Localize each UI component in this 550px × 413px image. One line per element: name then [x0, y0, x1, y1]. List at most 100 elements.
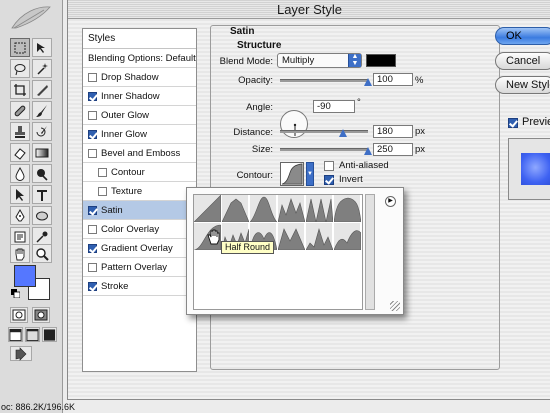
contour-preset-icon[interactable]	[222, 195, 249, 222]
pen-tool-icon[interactable]	[10, 206, 30, 225]
screen-mode-full-icon[interactable]	[42, 327, 57, 342]
type-tool-icon[interactable]	[32, 185, 52, 204]
crop-tool-icon[interactable]	[10, 80, 30, 99]
distance-slider-track[interactable]	[280, 130, 368, 133]
style-item-label: Blending Options: Default	[88, 53, 196, 64]
angle-input[interactable]: -90	[313, 100, 355, 113]
contour-tooltip: Half Round	[221, 241, 275, 254]
contour-preset-icon[interactable]	[334, 195, 361, 222]
style-item-satin[interactable]: Satin	[83, 201, 196, 220]
brush-tool-icon[interactable]	[32, 101, 52, 120]
style-item-pattern-overlay[interactable]: Pattern Overlay	[83, 258, 196, 277]
style-item-checkbox[interactable]	[98, 187, 107, 196]
path-selection-tool-icon[interactable]	[10, 185, 30, 204]
style-item-inner-glow[interactable]: Inner Glow	[83, 125, 196, 144]
cancel-button[interactable]: Cancel	[495, 52, 550, 70]
style-item-checkbox[interactable]	[88, 282, 97, 291]
style-item-drop-shadow[interactable]: Drop Shadow	[83, 68, 196, 87]
tools-palette: oc: 886.2K/196.6K	[0, 0, 75, 413]
style-item-outer-glow[interactable]: Outer Glow	[83, 106, 196, 125]
contour-preset-icon[interactable]	[250, 195, 277, 222]
quick-mask-mode-icon[interactable]	[32, 307, 50, 323]
angle-dial[interactable]	[280, 110, 308, 138]
history-brush-tool-icon[interactable]	[32, 122, 52, 141]
feather-logo-icon	[11, 6, 51, 29]
styles-header[interactable]: Styles	[83, 29, 196, 49]
screen-mode-menubar-icon[interactable]	[25, 327, 40, 342]
dialog-titlebar[interactable]: Layer Style	[68, 0, 550, 19]
zoom-tool-icon[interactable]	[32, 244, 52, 263]
style-item-checkbox[interactable]	[88, 244, 97, 253]
standard-mode-icon[interactable]	[10, 307, 28, 323]
shape-tool-icon[interactable]	[32, 206, 52, 225]
healing-brush-tool-icon[interactable]	[10, 101, 30, 120]
anti-aliased-checkbox[interactable]	[324, 161, 334, 171]
style-item-contour[interactable]: Contour	[83, 163, 196, 182]
contour-dropdown-arrow-icon[interactable]: ▼	[306, 162, 314, 186]
style-item-checkbox[interactable]	[88, 225, 97, 234]
dodge-tool-icon[interactable]	[32, 164, 52, 183]
style-item-checkbox[interactable]	[88, 206, 97, 215]
new-style-button[interactable]: New Style...	[495, 76, 550, 94]
opacity-slider-thumb[interactable]	[364, 78, 372, 86]
gradient-tool-icon[interactable]	[32, 143, 52, 162]
contour-preset-icon[interactable]	[306, 195, 333, 222]
style-item-gradient-overlay[interactable]: Gradient Overlay	[83, 239, 196, 258]
distance-slider-thumb[interactable]	[339, 129, 347, 137]
style-item-texture[interactable]: Texture	[83, 182, 196, 201]
contour-presets-grid	[193, 194, 363, 310]
lasso-tool-icon[interactable]	[10, 59, 30, 78]
style-item-checkbox[interactable]	[88, 149, 97, 158]
size-slider-track[interactable]	[280, 148, 368, 151]
default-colors-icon[interactable]	[11, 289, 20, 298]
invert-checkbox[interactable]	[324, 175, 334, 185]
style-item-checkbox[interactable]	[98, 168, 107, 177]
style-item-checkbox[interactable]	[88, 111, 97, 120]
move-tool-icon[interactable]	[32, 38, 52, 57]
clone-stamp-tool-icon[interactable]	[10, 122, 30, 141]
size-slider-thumb[interactable]	[364, 147, 372, 155]
style-item-inner-shadow[interactable]: Inner Shadow	[83, 87, 196, 106]
style-item-stroke[interactable]: Stroke	[83, 277, 196, 296]
contour-preset-icon[interactable]	[194, 195, 221, 222]
foreground-color-swatch[interactable]	[14, 265, 36, 287]
style-item-checkbox[interactable]	[88, 130, 97, 139]
opacity-input[interactable]: 100	[373, 73, 413, 86]
hand-tool-icon[interactable]	[10, 244, 30, 263]
style-item-bevel-and-emboss[interactable]: Bevel and Emboss	[83, 144, 196, 163]
resize-grip-icon[interactable]	[390, 301, 400, 311]
size-input[interactable]: 250	[373, 143, 413, 156]
slice-tool-icon[interactable]	[32, 80, 52, 99]
contour-preset-icon[interactable]	[278, 195, 305, 222]
magic-wand-tool-icon[interactable]	[32, 59, 52, 78]
eraser-tool-icon[interactable]	[10, 143, 30, 162]
dialog-title: Layer Style	[276, 2, 343, 17]
preview-checkbox[interactable]	[508, 118, 518, 128]
screen-mode-standard-icon[interactable]	[8, 327, 23, 342]
style-item-checkbox[interactable]	[88, 92, 97, 101]
contour-picker-menu-icon[interactable]: ▶	[385, 196, 396, 207]
satin-heading: Satin	[230, 26, 255, 37]
style-item-label: Contour	[111, 167, 145, 178]
contour-preset-icon[interactable]	[278, 223, 305, 250]
contour-preset-icon[interactable]	[334, 223, 361, 250]
ok-button[interactable]: OK	[495, 27, 550, 45]
invert-label: Invert	[339, 174, 363, 185]
opacity-slider-track[interactable]	[280, 79, 368, 82]
style-item-checkbox[interactable]	[88, 73, 97, 82]
marquee-tool-icon[interactable]	[10, 38, 30, 57]
pointing-hand-cursor-icon	[207, 229, 220, 245]
contour-preview-icon[interactable]	[280, 162, 304, 186]
blur-tool-icon[interactable]	[10, 164, 30, 183]
blend-mode-select[interactable]: Multiply ▲ ▼	[277, 53, 362, 68]
distance-input[interactable]: 180	[373, 125, 413, 138]
satin-color-swatch[interactable]	[366, 54, 396, 67]
jump-to-imageready-icon[interactable]	[10, 346, 32, 361]
style-item-blending-options-default[interactable]: Blending Options: Default	[83, 49, 196, 68]
contour-preset-icon[interactable]	[306, 223, 333, 250]
distance-unit: px	[415, 126, 426, 137]
style-item-checkbox[interactable]	[88, 263, 97, 272]
contour-picker-scrollbar[interactable]	[365, 194, 375, 310]
style-item-label: Texture	[111, 186, 143, 197]
style-item-color-overlay[interactable]: Color Overlay	[83, 220, 196, 239]
